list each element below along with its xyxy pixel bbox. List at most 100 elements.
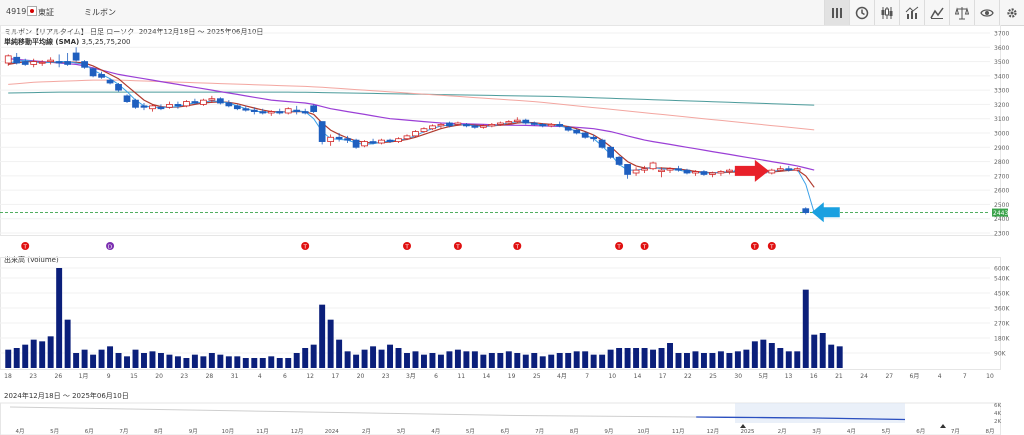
candle-body: [166, 104, 173, 108]
event-marker-label: T: [303, 244, 308, 250]
volume-bar: [81, 349, 88, 368]
x-axis-label: 24: [860, 373, 868, 380]
volume-bar: [505, 351, 512, 368]
navigator-x-label: 2025: [741, 429, 755, 435]
chart-area[interactable]: ミルボン【リアルタイム】 日足 ローソク 2024年12月18日 ～ 2025年…: [0, 25, 1024, 435]
volume-bar: [200, 356, 207, 368]
volume-bar: [785, 351, 792, 368]
x-axis-label: 27: [885, 373, 893, 380]
navigator-x-label: 4月: [16, 428, 25, 435]
volume-bar: [734, 351, 741, 368]
candle-body: [785, 168, 793, 171]
candle-body: [539, 124, 547, 127]
navigator-axis-label: 6K: [994, 403, 1001, 409]
x-axis-label: 6月: [910, 373, 920, 380]
gear-icon: [1007, 7, 1017, 18]
scale-icon: [955, 6, 969, 19]
view-button[interactable]: [974, 0, 999, 25]
price-axis-label: 2300: [994, 231, 1009, 238]
volume-axis-label: 450K: [994, 291, 1010, 298]
candle-body: [607, 146, 614, 158]
volume-bar: [556, 353, 563, 368]
volume-bar: [124, 356, 130, 368]
candle-body: [115, 84, 122, 91]
candle-body: [301, 111, 309, 114]
event-marker-label: D: [108, 244, 112, 250]
volume-bar: [802, 289, 809, 368]
candle-body: [191, 101, 199, 104]
event-marker-label: T: [404, 244, 409, 250]
volume-bar: [13, 348, 20, 368]
volume-bar: [64, 319, 71, 368]
event-marker-label: T: [769, 244, 774, 250]
volume-bar: [327, 319, 334, 368]
candle-body: [768, 169, 776, 174]
x-axis-label: 9: [107, 373, 111, 380]
compare-button[interactable]: [924, 0, 949, 25]
navigator-x-label: 6月: [916, 428, 925, 435]
navigator-x-label: 7月: [535, 428, 544, 435]
indicator-button[interactable]: [899, 0, 924, 25]
volume-bar: [760, 339, 767, 368]
price-axis-label: 2400: [994, 216, 1009, 223]
price-axis-label: 3100: [994, 116, 1009, 123]
volume-bar: [115, 353, 122, 368]
navigator-x-label: 9月: [189, 428, 198, 435]
settings-button[interactable]: [999, 0, 1024, 25]
volume-bar: [480, 354, 487, 368]
candle-body: [47, 59, 55, 62]
volume-bar: [539, 356, 546, 368]
period-button[interactable]: [849, 0, 874, 25]
navigator-x-label: 6月: [85, 428, 94, 435]
candle-body: [573, 129, 581, 134]
candle-body: [505, 121, 513, 124]
chart-type-button[interactable]: [824, 0, 849, 25]
candle-body: [38, 61, 46, 64]
candle-body: [802, 208, 810, 213]
candle-body: [776, 168, 784, 171]
price-axis-label: 3300: [994, 88, 1009, 95]
navigator-axis-label: 4K: [994, 411, 1001, 417]
volume-bar: [531, 353, 538, 368]
candle-body: [208, 98, 216, 101]
volume-bar: [522, 354, 529, 368]
navigator-x-label: 2024: [325, 429, 339, 435]
candle-body: [429, 125, 436, 130]
volume-bar: [5, 349, 12, 368]
volume-bar: [370, 346, 377, 368]
volume-bar: [675, 353, 682, 368]
x-axis-label: 25: [533, 373, 541, 380]
volume-bar: [514, 353, 521, 368]
navigator-x-label: 3月: [397, 428, 406, 435]
scale-button[interactable]: [949, 0, 974, 25]
x-axis-label: 17: [332, 373, 340, 380]
volume-bar: [141, 353, 147, 368]
candle-body: [454, 122, 462, 125]
candle-button[interactable]: [874, 0, 899, 25]
candle-body: [420, 128, 428, 132]
candle-body: [437, 124, 445, 127]
candle-body: [649, 162, 657, 170]
x-axis-label: 22: [684, 373, 692, 380]
compare-icon: [930, 7, 944, 19]
volume-bar: [217, 354, 224, 368]
candle-body: [658, 169, 665, 172]
x-axis-label: 4: [938, 373, 942, 380]
volume-bar: [336, 339, 343, 368]
candle-body: [233, 105, 241, 110]
event-marker-label: T: [752, 244, 757, 250]
volume-bar: [285, 358, 292, 368]
navigator-x-label: 3月: [812, 428, 821, 435]
candlestick-icon: [881, 6, 893, 19]
navigator-x-label: 12月: [707, 428, 720, 435]
candle-body: [183, 101, 190, 107]
x-axis-label: 7: [963, 373, 967, 380]
volume-bar: [463, 351, 470, 368]
x-axis-label: 25: [709, 373, 717, 380]
toolbar-icons: [824, 0, 1024, 25]
x-axis-label: 6: [434, 373, 438, 380]
price-axis-label: 3400: [994, 73, 1009, 80]
navigator-x-label: 7月: [951, 428, 960, 435]
volume-bar: [259, 358, 266, 368]
volume-bar: [149, 351, 156, 368]
